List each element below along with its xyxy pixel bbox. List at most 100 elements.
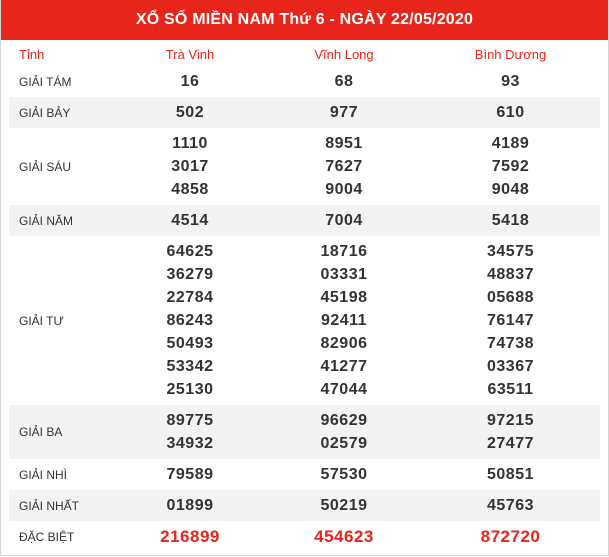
prize-cell: 34575 48837 05688 76147 74738 03367 63511 — [421, 236, 600, 405]
prize-number: 7004 — [325, 212, 363, 229]
prize-number: 36279 — [166, 266, 214, 283]
prize-cell: 89775 34932 — [113, 405, 267, 459]
prize-label: GIẢI NHÌ — [19, 467, 68, 482]
prize-number: 7627 — [325, 158, 363, 175]
prize-number: 4189 — [491, 135, 530, 152]
prize-number: 47044 — [320, 381, 368, 398]
prize-cell: 45763 — [421, 490, 600, 521]
lottery-results-panel: XỔ SỐ MIỀN NAM Thứ 6 - NGÀY 22/05/2020 T… — [0, 0, 609, 556]
prize-number: 27477 — [487, 435, 534, 452]
prize-number: 9048 — [491, 181, 530, 198]
province-tra-vinh[interactable]: Trà Vinh — [113, 42, 267, 66]
results-title: XỔ SỐ MIỀN NAM Thứ 6 - NGÀY 22/05/2020 — [135, 11, 474, 28]
prize-number: 7592 — [491, 158, 530, 175]
prize-number: 63511 — [487, 381, 534, 398]
prize-row: GIẢI TÁM 16 68 93 — [9, 66, 600, 97]
prize-number: 64625 — [166, 243, 214, 260]
results-header: XỔ SỐ MIỀN NAM Thứ 6 - NGÀY 22/05/2020 — [1, 0, 608, 40]
prize-label: GIẢI SÁU — [19, 159, 72, 174]
prize-cell: 1110 3017 4858 — [113, 128, 267, 205]
prize-label: GIẢI NHẤT — [9, 490, 113, 521]
prize-number: 76147 — [487, 312, 534, 329]
prize-label: ĐẶC BIỆT — [19, 529, 75, 544]
prize-number: 50493 — [166, 335, 214, 352]
prize-cell: 216899 — [113, 521, 267, 552]
province-corner-label: Tỉnh — [19, 46, 45, 62]
prize-cell: 68 — [267, 66, 421, 97]
prize-number: 8951 — [325, 135, 363, 152]
prize-number: 16 — [180, 73, 200, 90]
prize-number: 610 — [496, 104, 525, 121]
prize-number: 03367 — [487, 358, 534, 375]
prize-number: 92411 — [320, 312, 368, 329]
prize-cell: 8951 7627 9004 — [267, 128, 421, 205]
special-prize-number: 872720 — [480, 527, 541, 546]
prize-label: GIẢI TÁM — [19, 74, 72, 89]
prize-number: 86243 — [166, 312, 214, 329]
prize-row: GIẢI BA 89775 34932 96629 02579 97215 27477 — [9, 405, 600, 459]
results-table: Tỉnh Trà Vinh Vĩnh Long Bình Dương GIẢI … — [9, 42, 600, 552]
prize-number: 9004 — [325, 181, 363, 198]
prize-cell: 50219 — [267, 490, 421, 521]
prize-label: GIẢI NĂM — [9, 205, 113, 236]
prize-number: 41277 — [320, 358, 368, 375]
results-body: GIẢI TÁM 16 68 93 GIẢI BẢY 502 977 610 GIẢI SÁU 1… — [9, 66, 600, 552]
province-binh-duong[interactable]: Bình Dương — [421, 42, 600, 66]
prize-cell: 57530 — [267, 459, 421, 490]
prize-cell: 7004 — [267, 205, 421, 236]
prize-number: 50851 — [487, 466, 534, 483]
prize-row: GIẢI TƯ 64625 36279 22784 86243 50493 53342 251… — [9, 236, 600, 405]
prize-cell: 4514 — [113, 205, 267, 236]
prize-cell: 50851 — [421, 459, 600, 490]
prize-number: 97215 — [487, 412, 534, 429]
prize-number: 45198 — [320, 289, 368, 306]
prize-number: 96629 — [320, 412, 368, 429]
prize-cell: 610 — [421, 97, 600, 128]
prize-number: 22784 — [166, 289, 214, 306]
prize-cell: 97215 27477 — [421, 405, 600, 459]
prize-number: 89775 — [166, 412, 214, 429]
prize-cell: 01899 — [113, 490, 267, 521]
prize-number: 48837 — [487, 266, 534, 283]
prize-number: 18716 — [320, 243, 368, 260]
prize-number: 01899 — [166, 497, 214, 514]
prize-number: 93 — [501, 73, 520, 90]
prize-label: GIẢI TƯ — [19, 313, 64, 328]
province-header-row: Tỉnh Trà Vinh Vĩnh Long Bình Dương — [9, 42, 600, 66]
special-prize-number: 216899 — [160, 527, 220, 546]
prize-cell: 18716 03331 45198 92411 82906 41277 47044 — [267, 236, 421, 405]
prize-number: 57530 — [320, 466, 368, 483]
prize-number: 34575 — [487, 243, 534, 260]
prize-row: ĐẶC BIỆT 216899 454623 872720 — [9, 521, 600, 552]
prize-cell: 16 — [113, 66, 267, 97]
prize-row: GIẢI SÁU 1110 3017 4858 8951 7627 9004 4189 7592… — [9, 128, 600, 205]
prize-number: 79589 — [166, 466, 214, 483]
prize-number: 502 — [175, 104, 205, 121]
prize-cell: 93 — [421, 66, 600, 97]
prize-number: 05688 — [487, 289, 534, 306]
prize-number: 82906 — [320, 335, 368, 352]
prize-label: GIẢI BẢY — [9, 97, 113, 128]
prize-number: 74738 — [487, 335, 534, 352]
prize-number: 34932 — [166, 435, 214, 452]
prize-number: 45763 — [487, 497, 534, 514]
province-vinh-long[interactable]: Vĩnh Long — [267, 42, 421, 66]
prize-row: GIẢI BẢY 502 977 610 — [9, 97, 600, 128]
prize-number: 977 — [329, 104, 359, 121]
prize-cell: 96629 02579 — [267, 405, 421, 459]
prize-number: 4858 — [171, 181, 209, 198]
prize-cell: 977 — [267, 97, 421, 128]
prize-cell: 64625 36279 22784 86243 50493 53342 25130 — [113, 236, 267, 405]
prize-number: 3017 — [171, 158, 209, 175]
prize-number: 03331 — [320, 266, 368, 283]
special-prize-number: 454623 — [314, 527, 374, 546]
prize-number: 50219 — [320, 497, 368, 514]
prize-cell: 5418 — [421, 205, 600, 236]
prize-number: 4514 — [171, 212, 209, 229]
prize-cell: 4189 7592 9048 — [421, 128, 600, 205]
prize-label: GIẢI BA — [9, 405, 113, 459]
prize-number: 25130 — [166, 381, 214, 398]
prize-cell: 79589 — [113, 459, 267, 490]
prize-cell: 502 — [113, 97, 267, 128]
prize-row: GIẢI NHẤT 01899 50219 45763 — [9, 490, 600, 521]
